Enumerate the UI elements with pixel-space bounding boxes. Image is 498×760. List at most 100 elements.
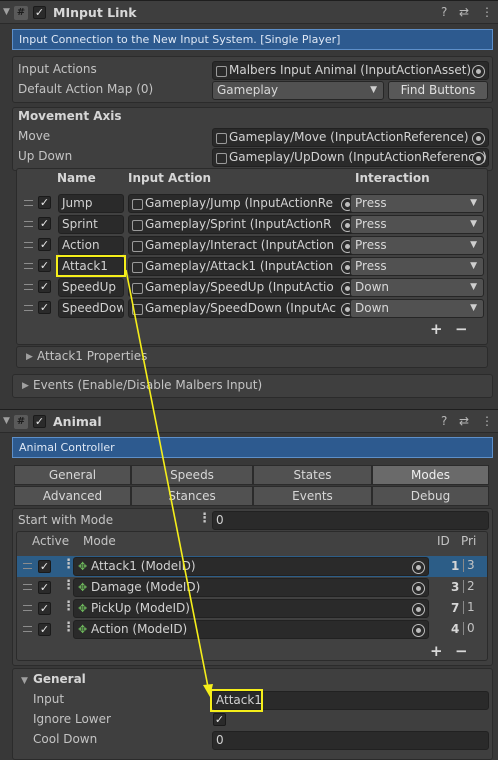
settings-icon[interactable]: ⇄ <box>459 414 469 428</box>
mode-active-checkbox[interactable]: ✓ <box>38 623 51 636</box>
movement-axis-heading: Movement Axis <box>18 109 122 123</box>
drag-handle-icon[interactable] <box>23 584 32 590</box>
object-picker-icon[interactable] <box>472 132 485 145</box>
input-actions-field[interactable]: Malbers Input Animal (InputActionAsset) <box>212 61 489 80</box>
updown-field[interactable]: Gameplay/UpDown (InputActionReference) <box>212 148 489 167</box>
mode-active-checkbox[interactable]: ✓ <box>38 602 51 615</box>
mode-row[interactable]: ✓ ⋮ ✥ Attack1 (ModeID) 1 3 <box>17 556 487 577</box>
row-interaction-dropdown[interactable]: Down ▼ <box>350 278 484 297</box>
input-row[interactable]: ✓ SpeedUp Gameplay/SpeedUp (InputActio D… <box>16 277 488 297</box>
row-active-checkbox[interactable]: ✓ <box>38 217 51 230</box>
dropdown-arrow-icon: ▼ <box>470 219 477 229</box>
drag-handle-icon[interactable] <box>24 221 33 227</box>
enable-checkbox[interactable]: ✓ <box>33 6 46 19</box>
row-interaction-dropdown[interactable]: Down ▼ <box>350 299 484 318</box>
mode-field[interactable]: ✥ Damage (ModeID) <box>73 578 429 597</box>
row-name-field[interactable]: Sprint <box>58 215 124 234</box>
menu-icon[interactable]: ⋮ <box>481 414 493 428</box>
row-action-field[interactable]: Gameplay/Jump (InputActionRe <box>128 194 358 213</box>
move-field[interactable]: Gameplay/Move (InputActionReference) <box>212 128 489 147</box>
tab-stances[interactable]: Stances <box>131 486 253 506</box>
row-interaction-dropdown[interactable]: Press ▼ <box>350 257 484 276</box>
mode-field[interactable]: ✥ Action (ModeID) <box>73 620 429 639</box>
mode-active-checkbox[interactable]: ✓ <box>38 560 51 573</box>
object-picker-icon[interactable] <box>412 582 425 595</box>
row-interaction-dropdown[interactable]: Press ▼ <box>350 194 484 213</box>
mode-field[interactable]: ✥ Attack1 (ModeID) <box>73 557 429 576</box>
mode-row[interactable]: ✓ ⋮ ✥ Damage (ModeID) 3 2 <box>17 577 487 598</box>
tab-debug[interactable]: Debug <box>372 486 489 506</box>
object-picker-icon[interactable] <box>472 65 485 78</box>
mode-row[interactable]: ✓ ⋮ ✥ Action (ModeID) 4 0 <box>17 619 487 640</box>
mode-priority: 0 <box>463 622 475 635</box>
fold-open-icon[interactable]: ▼ <box>3 7 10 17</box>
object-picker-icon[interactable] <box>412 561 425 574</box>
start-mode-field[interactable]: 0 <box>212 511 489 530</box>
row-name-field[interactable]: SpeedUp <box>58 278 124 297</box>
move-label: Move <box>18 129 51 143</box>
row-active-checkbox[interactable]: ✓ <box>38 196 51 209</box>
help-icon[interactable]: ? <box>441 5 447 19</box>
input-row[interactable]: ✓ Sprint Gameplay/Sprint (InputActionR P… <box>16 214 488 234</box>
mode-field[interactable]: ✥ PickUp (ModeID) <box>73 599 429 618</box>
tab-events[interactable]: Events <box>253 486 372 506</box>
row-active-checkbox[interactable]: ✓ <box>38 280 51 293</box>
find-buttons-button[interactable]: Find Buttons <box>388 81 488 100</box>
field-options-icon[interactable]: ⋮ <box>198 511 211 526</box>
drag-handle-icon[interactable] <box>24 242 33 248</box>
fold-open-icon[interactable]: ▼ <box>21 676 28 686</box>
row-active-checkbox[interactable]: ✓ <box>38 301 51 314</box>
row-interaction-dropdown[interactable]: Press ▼ <box>350 215 484 234</box>
events-foldout[interactable]: ▶ Events (Enable/Disable Malbers Input) <box>12 374 493 398</box>
row-action-field[interactable]: Gameplay/Sprint (InputActionR <box>128 215 358 234</box>
row-action-field[interactable]: Gameplay/SpeedDown (InputAc <box>128 299 358 318</box>
tab-general[interactable]: General <box>14 465 131 485</box>
cooldown-field[interactable]: 0 <box>212 731 489 750</box>
tab-states[interactable]: States <box>253 465 372 485</box>
row-action-field[interactable]: Gameplay/Attack1 (InputAction <box>128 257 358 276</box>
object-picker-icon[interactable] <box>412 624 425 637</box>
drag-handle-icon[interactable] <box>23 563 32 569</box>
mode-row[interactable]: ✓ ⋮ ✥ PickUp (ModeID) 7 1 <box>17 598 487 619</box>
drag-handle-icon[interactable] <box>23 605 32 611</box>
tab-modes[interactable]: Modes <box>372 465 489 485</box>
minput-header[interactable]: ▼ # ✓ MInput Link ? ⇄ ⋮ <box>0 0 498 24</box>
action-map-dropdown[interactable]: Gameplay ▼ <box>212 81 384 100</box>
menu-icon[interactable]: ⋮ <box>481 5 493 19</box>
drag-handle-icon[interactable] <box>24 200 33 206</box>
input-row[interactable]: ✓ Action Gameplay/Interact (InputAction … <box>16 235 488 255</box>
row-name-field[interactable]: Action <box>58 236 124 255</box>
drag-handle-icon[interactable] <box>24 305 33 311</box>
component-title: Animal <box>53 414 102 429</box>
enable-checkbox[interactable]: ✓ <box>33 415 46 428</box>
ignore-lower-checkbox[interactable]: ✓ <box>213 713 226 726</box>
remove-button[interactable]: − <box>455 320 468 338</box>
row-interaction-dropdown[interactable]: Press ▼ <box>350 236 484 255</box>
row-action-field[interactable]: Gameplay/Interact (InputAction <box>128 236 358 255</box>
object-picker-icon[interactable] <box>472 152 485 165</box>
row-action-field[interactable]: Gameplay/SpeedUp (InputActio <box>128 278 358 297</box>
fold-open-icon[interactable]: ▼ <box>3 416 10 426</box>
drag-handle-icon[interactable] <box>23 626 32 632</box>
add-mode-button[interactable]: + <box>430 642 443 660</box>
help-icon[interactable]: ? <box>441 414 447 428</box>
row-active-checkbox[interactable]: ✓ <box>38 238 51 251</box>
tab-advanced[interactable]: Advanced <box>14 486 131 506</box>
object-picker-icon[interactable] <box>412 603 425 616</box>
add-button[interactable]: + <box>430 320 443 338</box>
asset-icon <box>132 304 143 315</box>
settings-icon[interactable]: ⇄ <box>459 5 469 19</box>
attack-properties-foldout[interactable]: ▶ Attack1 Properties <box>16 346 488 368</box>
mode-priority: 3 <box>463 559 475 572</box>
remove-mode-button[interactable]: − <box>455 642 468 660</box>
drag-handle-icon[interactable] <box>24 284 33 290</box>
input-row[interactable]: ✓ SpeedDow Gameplay/SpeedDown (InputAc D… <box>16 298 488 318</box>
mode-active-checkbox[interactable]: ✓ <box>38 581 51 594</box>
animal-header[interactable]: ▼ # ✓ Animal ? ⇄ ⋮ <box>0 409 498 433</box>
row-name-field[interactable]: Jump <box>58 194 124 213</box>
tab-speeds[interactable]: Speeds <box>131 465 253 485</box>
drag-handle-icon[interactable] <box>24 263 33 269</box>
input-row[interactable]: ✓ Jump Gameplay/Jump (InputActionRe Pres… <box>16 193 488 213</box>
row-active-checkbox[interactable]: ✓ <box>38 259 51 272</box>
row-name-field[interactable]: SpeedDow <box>58 299 124 318</box>
